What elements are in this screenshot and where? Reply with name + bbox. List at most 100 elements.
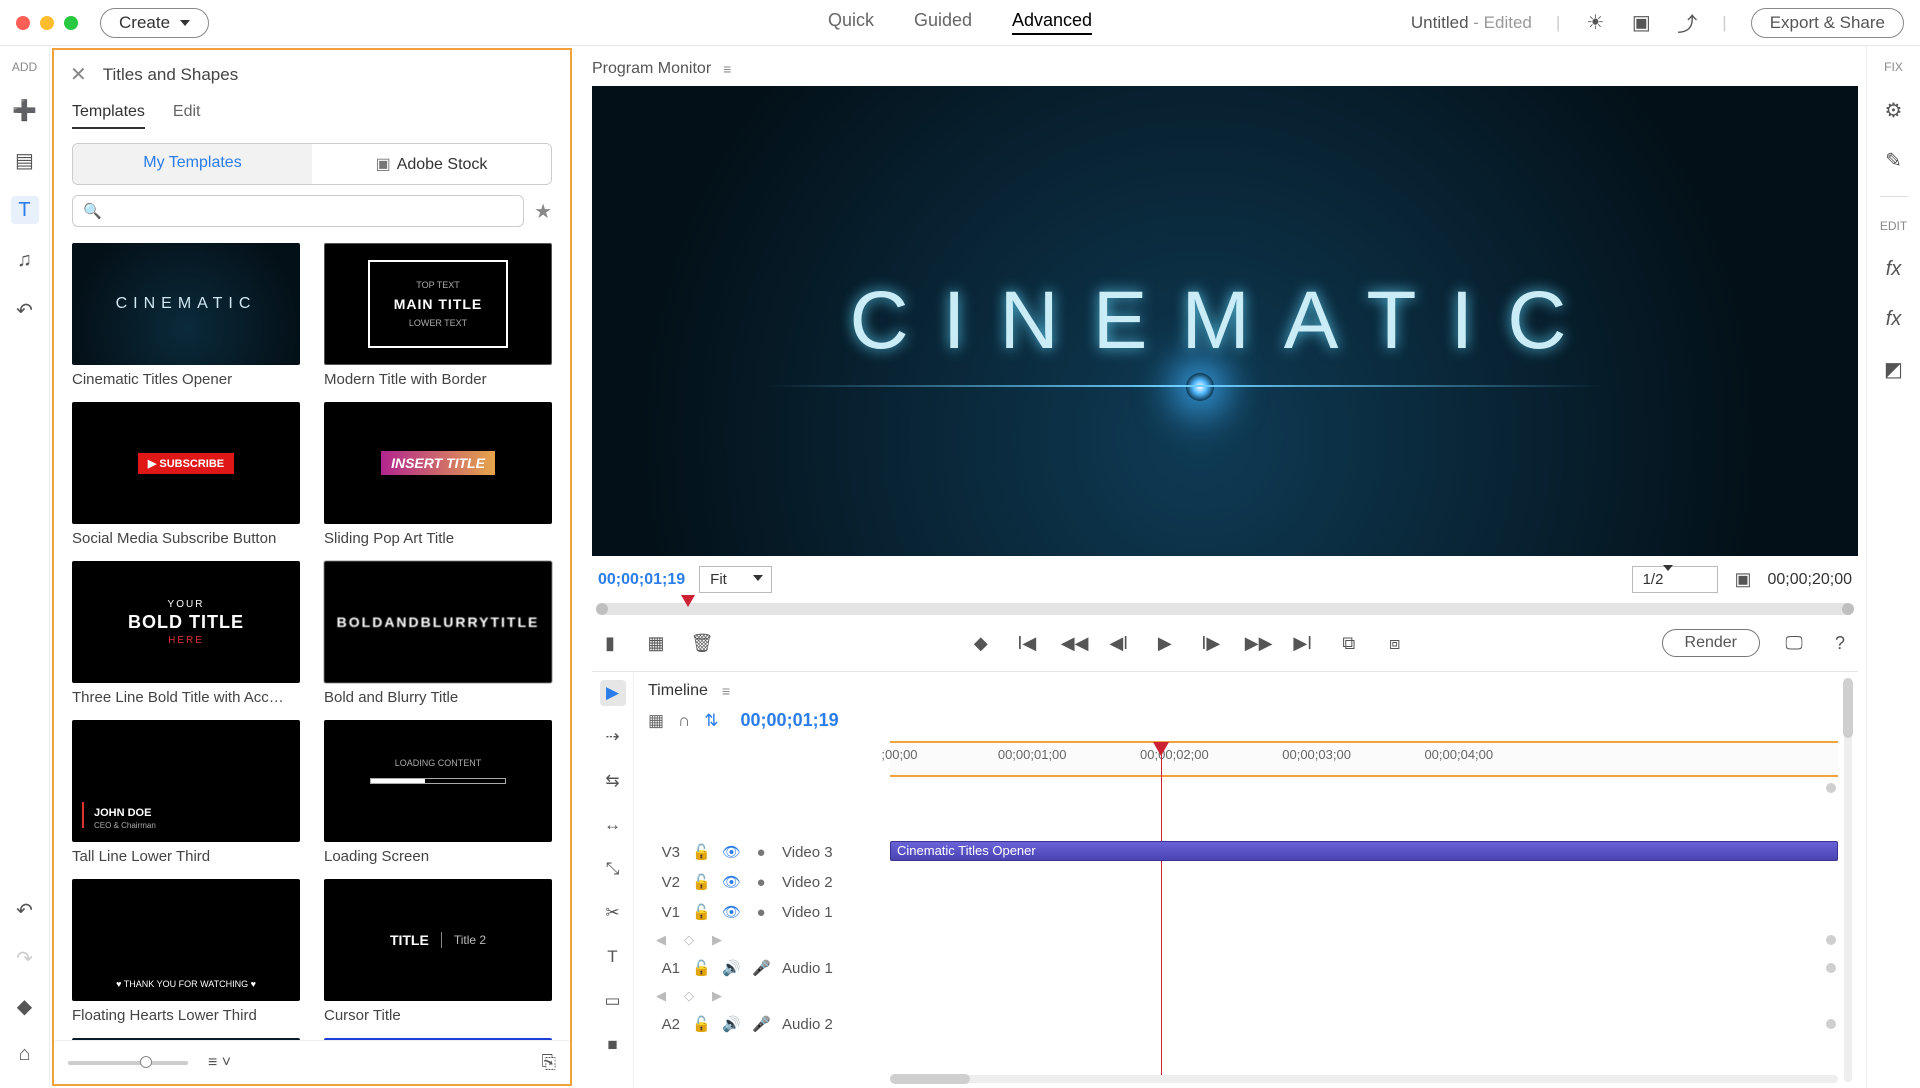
track-resize-handle[interactable]	[1826, 1019, 1836, 1029]
template-item[interactable]	[72, 1038, 300, 1040]
snap-icon[interactable]: ▦	[648, 711, 664, 731]
hand-tool-icon[interactable]: ▭	[600, 988, 626, 1014]
redo-icon[interactable]: ↷	[11, 944, 39, 972]
speaker-icon[interactable]: 🔊	[722, 959, 740, 977]
mark-in-icon[interactable]: ◆	[969, 633, 993, 654]
thumbnail-zoom-slider[interactable]	[68, 1061, 188, 1065]
template-item[interactable]: CINEMATIC Cinematic Titles Opener	[72, 243, 300, 388]
speaker-icon[interactable]: 🔊	[722, 1015, 740, 1033]
media-icon[interactable]: ▤	[11, 146, 39, 174]
add-icon[interactable]: ➕	[11, 96, 39, 124]
favorites-icon[interactable]: ★	[534, 199, 552, 224]
search-input[interactable]: 🔍	[72, 195, 524, 227]
eye-icon[interactable]: 👁	[722, 873, 740, 891]
history-icon[interactable]: ↶	[11, 296, 39, 324]
magnet-icon[interactable]: ∩	[678, 711, 690, 731]
effects-fx-icon[interactable]: fx	[1880, 255, 1908, 283]
new-title-icon[interactable]: ⎘	[542, 1052, 556, 1073]
freeze-frame-icon[interactable]: ⧉	[1337, 633, 1361, 654]
mode-advanced[interactable]: Advanced	[1012, 10, 1092, 35]
step-forward-icon[interactable]: I▶	[1199, 633, 1223, 654]
toggle-adobe-stock[interactable]: ▣Adobe Stock	[312, 144, 551, 184]
track-resize-handle[interactable]	[1826, 963, 1836, 973]
track-lane[interactable]	[890, 867, 1838, 897]
target-icon[interactable]: ●	[752, 844, 770, 861]
safe-margins-icon[interactable]: ▣	[1734, 569, 1751, 590]
rewind-icon[interactable]: ◀◀	[1061, 633, 1085, 654]
tab-edit[interactable]: Edit	[173, 103, 201, 129]
render-button[interactable]: Render	[1662, 629, 1760, 657]
playback-resolution-select[interactable]: 1/2	[1632, 566, 1719, 593]
tools-icon[interactable]: ⧈	[1383, 633, 1407, 654]
export-share-button[interactable]: Export & Share	[1751, 8, 1904, 38]
undo-icon[interactable]: ↶	[11, 896, 39, 924]
sort-button[interactable]: ≡ ˅	[208, 1054, 231, 1072]
toggle-my-templates[interactable]: My Templates	[73, 144, 312, 184]
minimize-window-icon[interactable]	[40, 16, 54, 30]
zoom-fit-select[interactable]: Fit	[699, 566, 772, 593]
template-item[interactable]: YOURBOLD TITLEHERE Three Line Bold Title…	[72, 561, 300, 706]
organizer-icon[interactable]: ◆	[11, 992, 39, 1020]
lock-icon[interactable]: 🔓	[692, 903, 710, 921]
ripple-tool-icon[interactable]: ⇆	[600, 768, 626, 794]
close-window-icon[interactable]	[16, 16, 30, 30]
brightness-icon[interactable]: ☀	[1584, 12, 1606, 34]
lock-icon[interactable]: 🔓	[692, 843, 710, 861]
adjustments-icon[interactable]: ⚙	[1880, 96, 1908, 124]
save-icon[interactable]: ▣	[1630, 12, 1652, 34]
play-icon[interactable]: ▶	[1153, 633, 1177, 654]
time-ruler[interactable]: ;00;00 00;00;01;00 00;00;02;00 00;00;03;…	[890, 741, 1838, 777]
target-icon[interactable]: ●	[752, 904, 770, 921]
track-resize-handle[interactable]	[1826, 783, 1836, 793]
track-lane[interactable]	[890, 897, 1838, 927]
linked-selection-icon[interactable]: ⇅	[704, 711, 718, 731]
scrub-playhead[interactable]	[681, 595, 695, 607]
track-lane[interactable]	[890, 953, 1838, 983]
home-icon[interactable]: ⌂	[11, 1040, 39, 1068]
maximize-window-icon[interactable]	[64, 16, 78, 30]
template-item[interactable]: ▶ SUBSCRIBE Social Media Subscribe Butto…	[72, 402, 300, 547]
mode-guided[interactable]: Guided	[914, 10, 972, 35]
template-item[interactable]: INSERT TITLE Sliding Pop Art Title	[324, 402, 552, 547]
template-item[interactable]: ♥ THANK YOU FOR WATCHING ♥ Floating Hear…	[72, 879, 300, 1024]
zoom-tool-icon[interactable]: ■	[600, 1032, 626, 1058]
lock-icon[interactable]: 🔓	[692, 873, 710, 891]
go-to-out-icon[interactable]: ▶I	[1291, 633, 1315, 654]
track-resize-handle[interactable]	[1826, 935, 1836, 945]
quickfix-icon[interactable]: ✎	[1880, 146, 1908, 174]
panel-close-icon[interactable]: ✕	[70, 62, 87, 87]
template-item[interactable]: TOP TEXTMAIN TITLELOWER TEXT Modern Titl…	[324, 243, 552, 388]
titles-icon[interactable]: T	[11, 196, 39, 224]
template-item[interactable]: LOADING CONTENT Loading Screen	[324, 720, 552, 865]
scrub-handle-right[interactable]	[1842, 603, 1854, 615]
step-back-icon[interactable]: ◀I	[1107, 633, 1131, 654]
mic-icon[interactable]: 🎤	[752, 959, 770, 977]
track-select-tool-icon[interactable]: ⇢	[600, 724, 626, 750]
lock-icon[interactable]: 🔓	[692, 1015, 710, 1033]
help-icon[interactable]: ?	[1828, 633, 1852, 654]
timeline-hscroll[interactable]	[634, 1070, 1838, 1088]
timeline-vscroll[interactable]	[1838, 672, 1858, 1088]
scrub-bar[interactable]	[592, 603, 1858, 621]
razor-tool-icon[interactable]: ✂	[600, 900, 626, 926]
tab-templates[interactable]: Templates	[72, 103, 145, 129]
template-item[interactable]	[324, 1038, 552, 1040]
full-screen-icon[interactable]: 🖵	[1782, 633, 1806, 654]
timeline-timecode[interactable]: 00;00;01;19	[741, 710, 839, 731]
template-item[interactable]: JOHN DOECEO & Chairman Tall Line Lower T…	[72, 720, 300, 865]
template-item[interactable]: TITLETitle 2 Cursor Title	[324, 879, 552, 1024]
delete-icon[interactable]: 🗑	[690, 633, 714, 654]
add-marker-icon[interactable]: ▮	[598, 633, 622, 654]
track-lane[interactable]: Cinematic Titles Opener	[890, 837, 1838, 867]
scrub-handle-left[interactable]	[596, 603, 608, 615]
music-icon[interactable]: ♫	[11, 246, 39, 274]
rolling-tool-icon[interactable]: ↔	[600, 812, 626, 838]
rate-stretch-tool-icon[interactable]: ⤡	[600, 856, 626, 882]
target-icon[interactable]: ●	[752, 874, 770, 891]
template-item[interactable]: BOLDANDBLURRYTITLE Bold and Blurry Title	[324, 561, 552, 706]
program-monitor-menu-icon[interactable]: ≡	[723, 61, 731, 77]
mic-icon[interactable]: 🎤	[752, 1015, 770, 1033]
selection-tool-icon[interactable]: ▶	[600, 680, 626, 706]
lock-icon[interactable]: 🔓	[692, 959, 710, 977]
type-tool-icon[interactable]: T	[600, 944, 626, 970]
